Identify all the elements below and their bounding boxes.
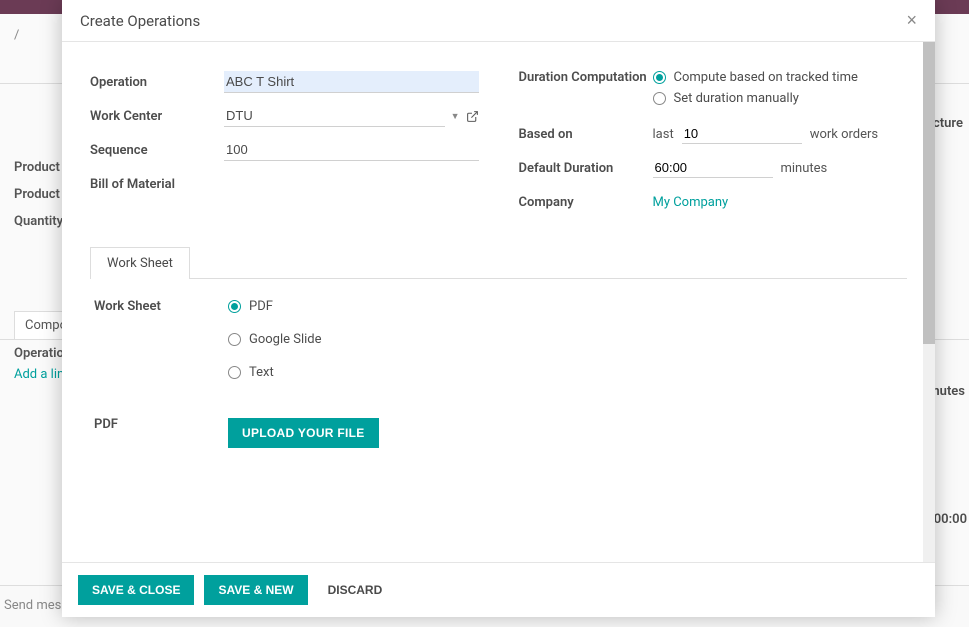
close-button[interactable]: × — [906, 10, 917, 31]
radio-unchecked-icon — [653, 92, 666, 105]
discard-button[interactable]: DISCARD — [318, 575, 393, 605]
duration-opt-manual[interactable]: Set duration manually — [653, 91, 908, 106]
company-label: Company — [519, 195, 653, 210]
based-on-input[interactable] — [682, 124, 802, 144]
work-center-select[interactable] — [224, 105, 445, 127]
bom-label: Bill of Material — [90, 177, 224, 192]
default-duration-input[interactable] — [653, 158, 773, 178]
duration-opt-tracked[interactable]: Compute based on tracked time — [653, 70, 908, 85]
worksheet-label: Work Sheet — [94, 299, 228, 314]
work-center-label: Work Center — [90, 109, 224, 124]
modal-footer: SAVE & CLOSE SAVE & NEW DISCARD — [62, 562, 935, 617]
worksheet-opt-pdf[interactable]: PDF — [228, 299, 903, 314]
operation-input[interactable] — [224, 71, 479, 93]
company-link[interactable]: My Company — [653, 195, 729, 210]
worksheet-opt-gslide[interactable]: Google Slide — [228, 332, 903, 347]
form-top-row: Operation Work Center ▼ — [90, 70, 907, 224]
bg-cture: cture — [933, 116, 963, 131]
duration-opt-tracked-text: Compute based on tracked time — [674, 70, 858, 85]
worksheet-opt-text-text: Text — [249, 365, 274, 380]
worksheet-opt-gslide-text: Google Slide — [249, 332, 322, 347]
form-left-col: Operation Work Center ▼ — [90, 70, 479, 224]
radio-checked-icon — [228, 300, 241, 313]
modal-header: Create Operations × — [62, 0, 935, 42]
based-on-prefix: last — [653, 127, 674, 142]
based-on-label: Based on — [519, 127, 653, 142]
modal-title: Create Operations — [80, 12, 200, 30]
save-close-button[interactable]: SAVE & CLOSE — [78, 575, 194, 605]
bg-time: 00:00 — [934, 512, 967, 527]
worksheet-opt-pdf-text: PDF — [249, 299, 273, 314]
radio-unchecked-icon — [228, 366, 241, 379]
tab-worksheet[interactable]: Work Sheet — [90, 247, 190, 279]
duration-opt-manual-text: Set duration manually — [674, 91, 799, 106]
based-on-suffix: work orders — [810, 127, 878, 142]
sequence-label: Sequence — [90, 143, 224, 158]
save-new-button[interactable]: SAVE & NEW — [204, 575, 307, 605]
radio-checked-icon — [653, 71, 666, 84]
tab-worksheet-body: Work Sheet PDF Google Slide Text — [90, 279, 907, 468]
sequence-input[interactable] — [224, 139, 479, 161]
form-right-col: Duration Computation Compute based on tr… — [519, 70, 908, 224]
pdf-label: PDF — [94, 417, 228, 432]
tabs: Work Sheet — [90, 246, 907, 279]
worksheet-opt-text[interactable]: Text — [228, 365, 903, 380]
create-operations-modal: Create Operations × Operation Work Cente… — [62, 0, 935, 617]
scrollbar[interactable] — [923, 42, 935, 562]
default-duration-label: Default Duration — [519, 161, 653, 176]
operation-label: Operation — [90, 75, 224, 90]
external-link-icon[interactable] — [466, 109, 479, 123]
radio-unchecked-icon — [228, 333, 241, 346]
bg-nutes: nutes — [932, 384, 965, 399]
duration-comp-label: Duration Computation — [519, 70, 653, 85]
chevron-down-icon[interactable]: ▼ — [451, 111, 460, 122]
upload-file-button[interactable]: UPLOAD YOUR FILE — [228, 418, 379, 448]
default-duration-unit: minutes — [781, 161, 828, 176]
modal-body: Operation Work Center ▼ — [62, 42, 935, 562]
